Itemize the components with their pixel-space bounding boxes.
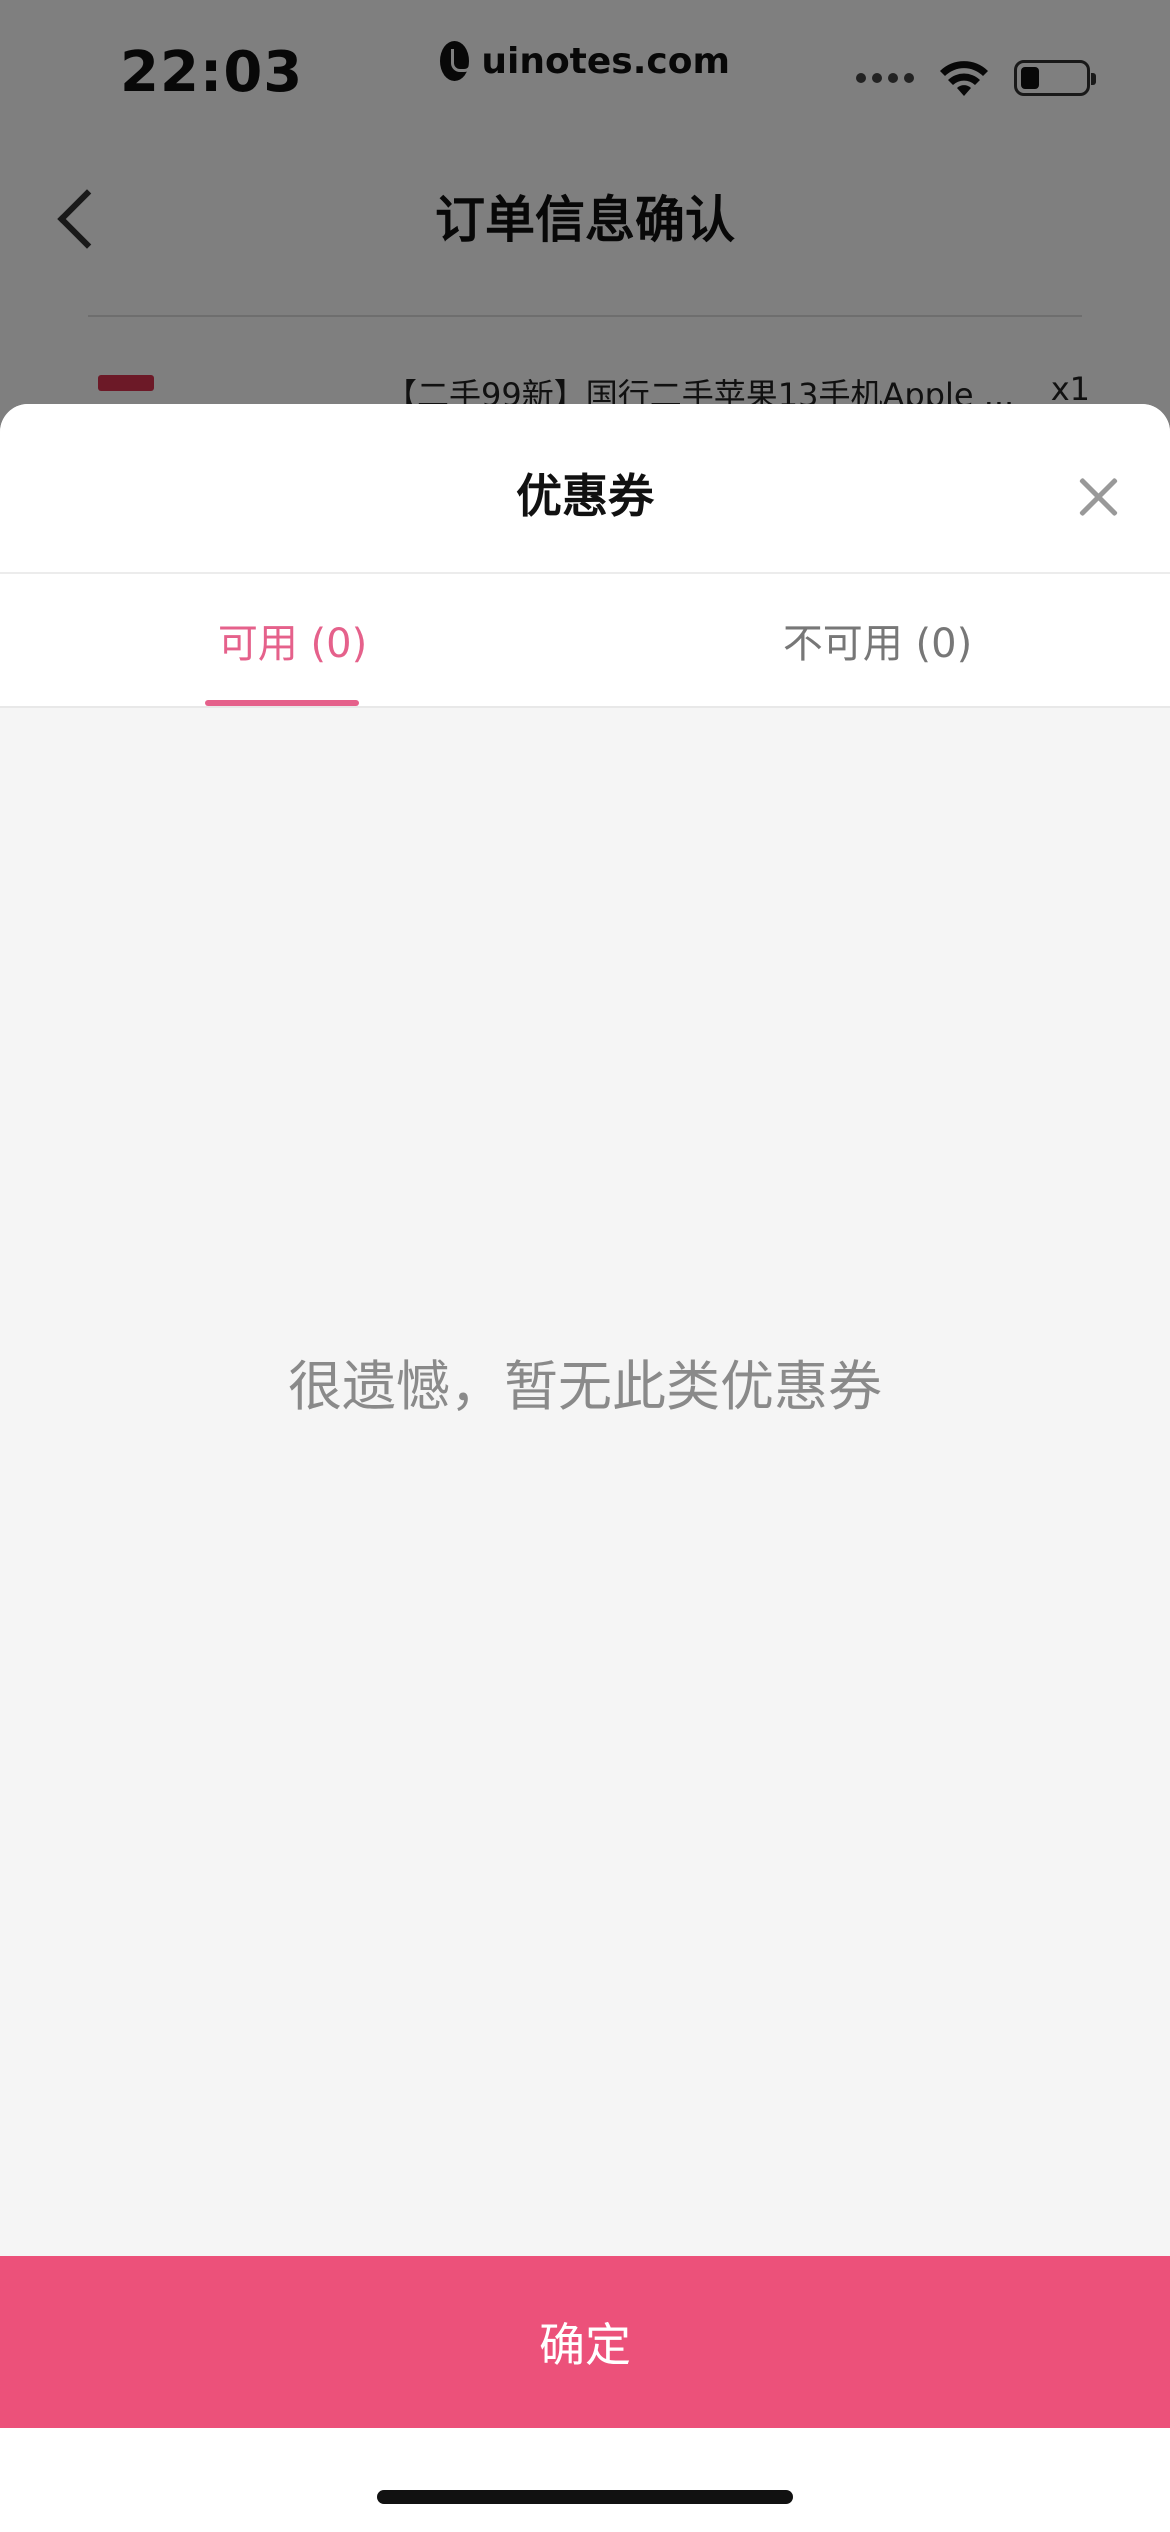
coupon-sheet: 优惠券 可用 (0) 不可用 (0) 很遗憾，暂无此类优惠券 [0, 404, 1170, 2532]
empty-message: 很遗憾，暂无此类优惠券 [288, 1355, 882, 1418]
coupon-tabs: 可用 (0) 不可用 (0) [0, 574, 1170, 708]
tab-unavailable[interactable]: 不可用 (0) [585, 574, 1170, 706]
confirm-button[interactable]: 确定 [0, 2256, 1170, 2428]
bottom-safe-area [0, 2428, 1170, 2532]
sheet-header: 优惠券 [0, 404, 1170, 574]
close-icon[interactable] [1076, 474, 1120, 518]
sheet-title: 优惠券 [516, 469, 654, 523]
home-indicator[interactable] [377, 2490, 793, 2504]
coupon-list-empty: 很遗憾，暂无此类优惠券 [0, 706, 1170, 2256]
tab-available[interactable]: 可用 (0) [0, 574, 585, 706]
